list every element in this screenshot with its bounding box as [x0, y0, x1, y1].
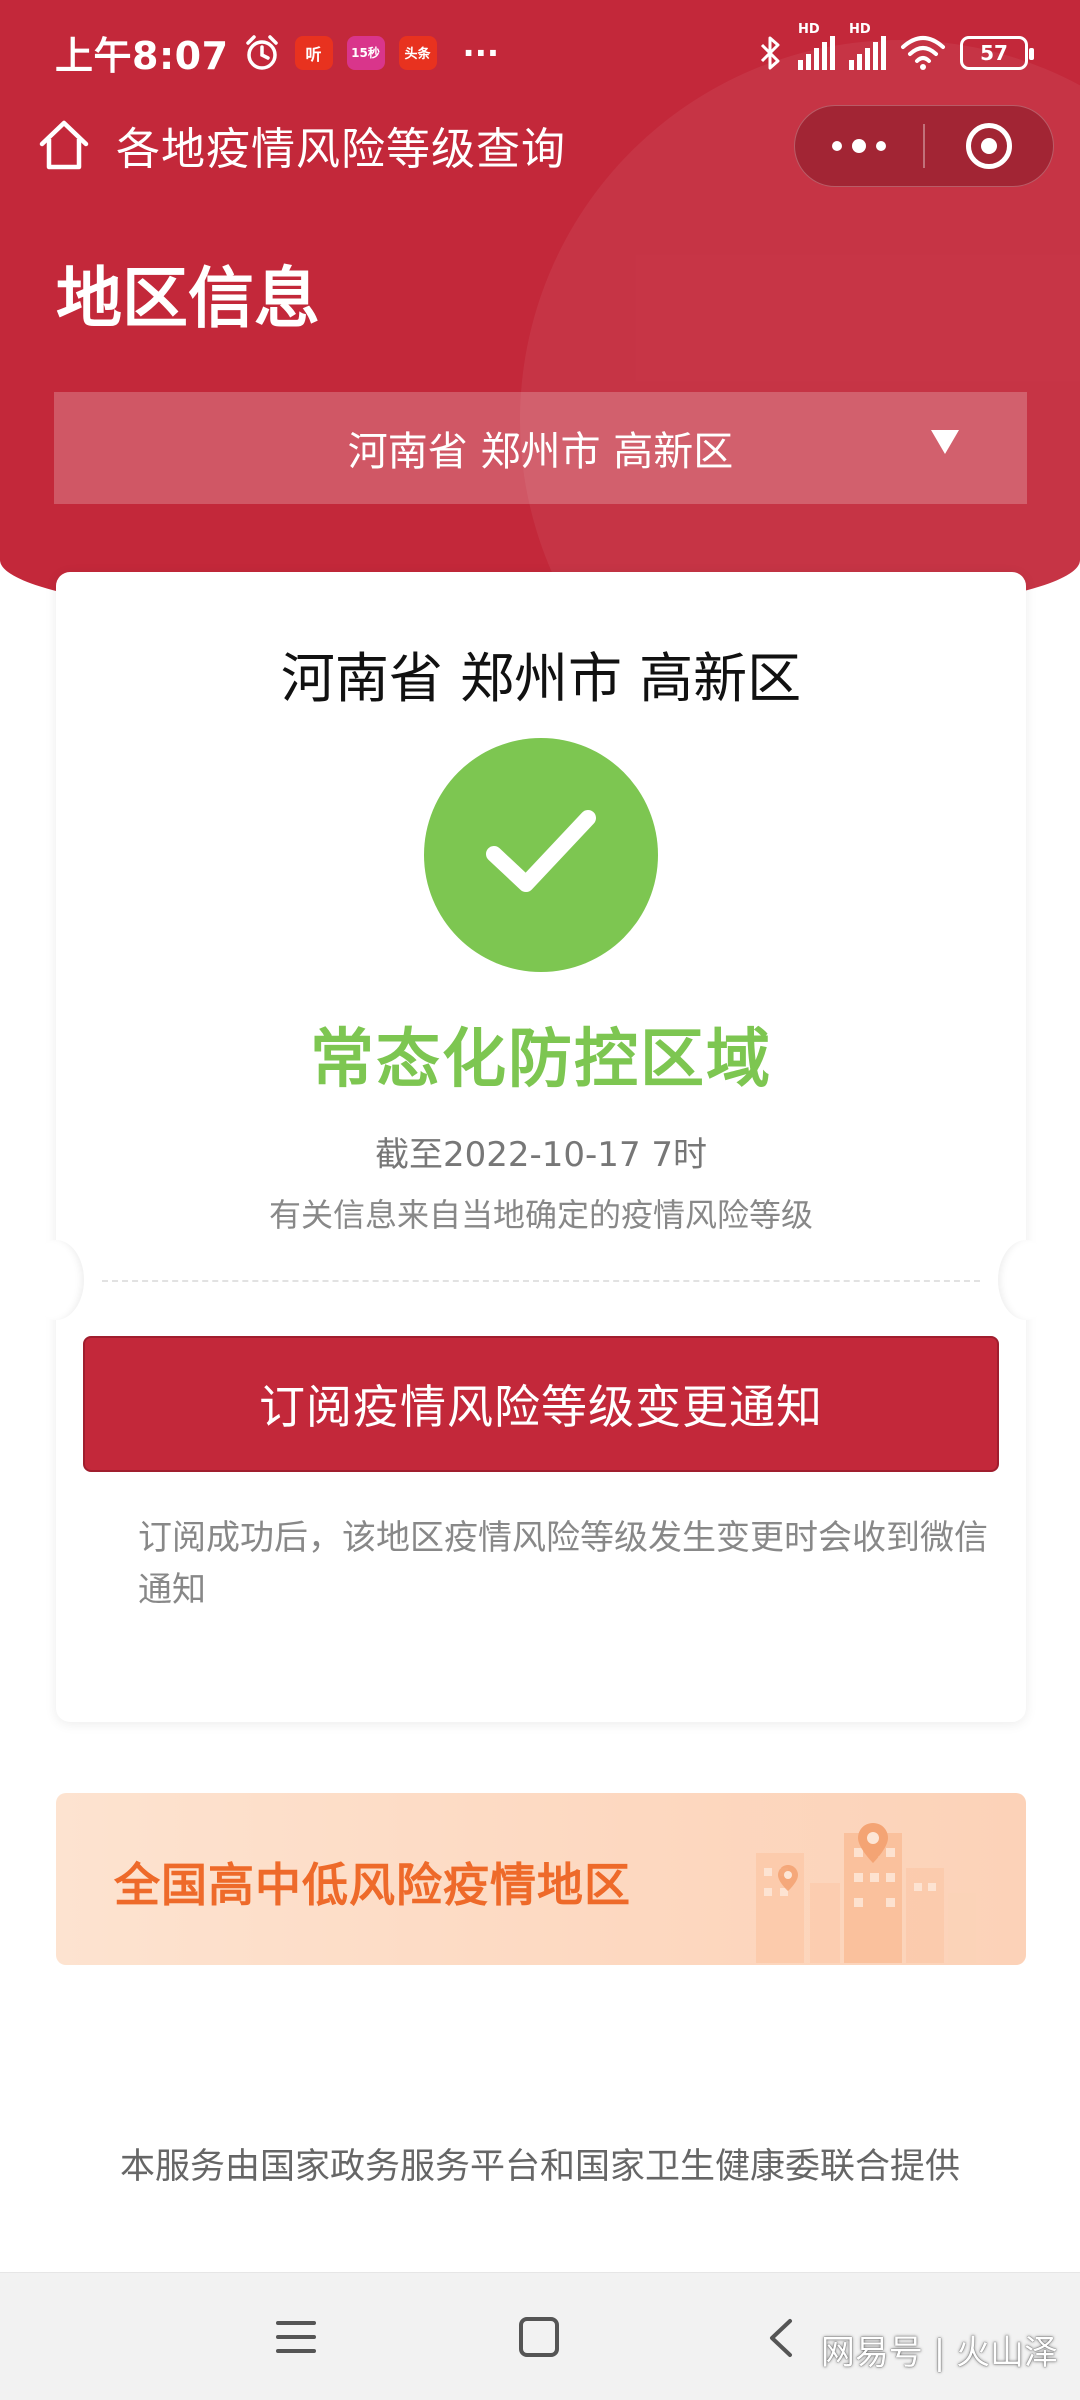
home-icon[interactable]: [36, 117, 92, 173]
as-of-time: 截至2022-10-17 7时: [374, 1135, 708, 1175]
wifi-icon: [901, 35, 945, 70]
more-icon[interactable]: [795, 106, 923, 186]
battery-icon: 57: [960, 35, 1034, 70]
app-badge-15s: 15秒: [346, 35, 385, 70]
status-more: ···: [462, 33, 499, 72]
dropdown-arrow-icon: [931, 430, 959, 454]
banner-label: 全国高中低风险疫情地区: [114, 1858, 631, 1912]
status-right: HD HD 57: [758, 22, 1034, 72]
risk-level-label: 常态化防控区域: [310, 1023, 772, 1097]
card-region-title: 河南省 郑州市 高新区: [280, 647, 802, 710]
battery-level: 57: [980, 40, 1008, 65]
app-badge-ting: 听: [294, 35, 333, 70]
status-bar: 上午8:07 听 15秒 头条 ··· HD HD 57: [0, 0, 1080, 105]
hd-label: HD: [798, 21, 820, 37]
nav-home-icon[interactable]: [519, 2317, 559, 2357]
ticket-notch-left: [28, 1240, 84, 1320]
check-icon: [424, 738, 658, 972]
region-selector[interactable]: 河南省 郑州市 高新区: [54, 392, 1027, 504]
app-badge-toutiao: 头条: [398, 35, 437, 70]
mini-program-capsule: [794, 105, 1054, 187]
subscribe-note: 订阅成功后，该地区疫情风险等级发生变更时会收到微信通知: [138, 1518, 988, 1610]
status-time: 上午8:07: [55, 34, 229, 78]
buildings-illustration: [756, 1823, 976, 1963]
region-selector-value: 河南省 郑州市 高新区: [347, 429, 734, 475]
source-note: 有关信息来自当地确定的疫情风险等级: [268, 1196, 813, 1234]
close-target-icon[interactable]: [925, 106, 1053, 186]
dashed-divider: [102, 1280, 980, 1282]
page: 上午8:07 听 15秒 头条 ··· HD HD 57 各地疫情风险等级查询 …: [0, 0, 1080, 2400]
nav-back-icon[interactable]: [766, 2317, 796, 2359]
footer-provider-text: 本服务由国家政务服务平台和国家卫生健康委联合提供: [119, 2147, 960, 2187]
watermark: 网易号 | 火山泽: [820, 2333, 1058, 2373]
nav-menu-icon[interactable]: [276, 2321, 316, 2355]
nav-title: 各地疫情风险等级查询: [116, 124, 566, 175]
alarm-icon: [245, 34, 278, 70]
hd-label: HD: [849, 21, 871, 37]
bluetooth-icon: [760, 36, 780, 69]
signal-icon: HD: [798, 22, 835, 70]
nav-bar: 各地疫情风险等级查询: [0, 105, 1080, 187]
national-risk-areas-banner[interactable]: 全国高中低风险疫情地区: [56, 1793, 1026, 1965]
subscribe-button[interactable]: 订阅疫情风险等级变更通知: [83, 1336, 999, 1472]
signal-icon: HD: [849, 22, 886, 70]
status-left: 上午8:07 听 15秒 头条 ···: [55, 25, 499, 80]
risk-card: 河南省 郑州市 高新区 常态化防控区域 截至2022-10-17 7时 有关信息…: [28, 572, 1054, 1722]
section-title: 地区信息: [56, 260, 320, 337]
ticket-notch-right: [998, 1240, 1054, 1320]
